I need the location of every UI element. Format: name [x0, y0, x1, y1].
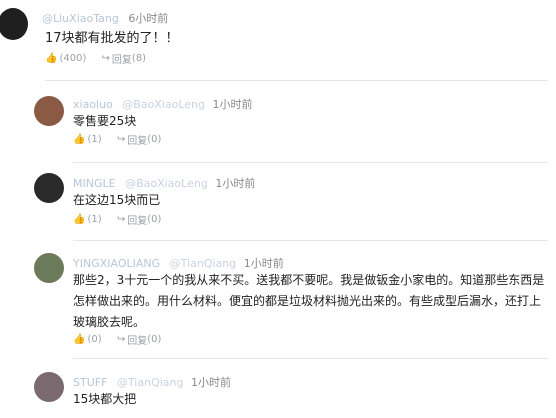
divider [73, 162, 548, 163]
like-button[interactable]: 👍 (1) [73, 134, 102, 146]
reply-label: 回复 [127, 336, 148, 347]
timestamp: 6小时前 [128, 12, 169, 25]
avatar[interactable] [34, 96, 64, 126]
like-count: (1) [87, 133, 102, 145]
divider [73, 240, 548, 241]
thumbs-up-icon: 👍 [73, 213, 86, 225]
like-button[interactable]: 👍 (1) [73, 214, 102, 226]
comment-text: 零售要25块 [73, 114, 137, 128]
like-count: (0) [87, 333, 102, 345]
reply-label: 回复 [111, 55, 132, 66]
comment-meta: YINGXIAOLIANG @TianQiang 1小时前 [73, 255, 284, 271]
avatar[interactable] [0, 8, 28, 40]
reply-label: 回复 [127, 136, 148, 147]
reply-count: (0) [147, 214, 162, 225]
divider [73, 358, 548, 359]
username[interactable]: @LiuXiaoTang [42, 12, 119, 25]
reply-count: (0) [147, 134, 162, 145]
like-count: (1) [87, 213, 102, 225]
comment-meta: xiaoluo @BaoXiaoLeng 1小时前 [73, 96, 253, 112]
comment-actions: 👍 (0) ↪ 回复(0) [73, 332, 173, 347]
reply-count: (8) [131, 53, 147, 64]
timestamp: 1小时前 [212, 98, 253, 111]
like-button[interactable]: 👍 (0) [73, 334, 102, 346]
username[interactable]: STUFF [73, 376, 107, 389]
like-button[interactable]: 👍 (400) [45, 53, 86, 65]
reply-arrow-icon: ↪ [116, 334, 126, 345]
avatar[interactable] [34, 372, 64, 402]
reply-button[interactable]: ↪ 回复(0) [117, 212, 162, 227]
avatar[interactable] [34, 253, 64, 283]
comment-text: 在这边15块而已 [73, 193, 161, 207]
username[interactable]: xiaoluo [73, 98, 113, 111]
thumbs-up-icon: 👍 [73, 333, 86, 345]
comment-meta: @LiuXiaoTang 6小时前 [42, 10, 168, 26]
reply-count: (0) [147, 334, 162, 345]
reply-arrow-icon: ↪ [116, 134, 126, 145]
reply-arrow-icon: ↪ [101, 53, 110, 64]
reply-to-handle[interactable]: @BaoXiaoLeng [125, 177, 208, 190]
username[interactable]: MINGLE [73, 177, 116, 190]
timestamp: 1小时前 [190, 376, 231, 389]
reply-button[interactable]: ↪ 回复(0) [117, 132, 162, 147]
comment-actions: 👍 (400) ↪ 回复(8) [45, 51, 158, 66]
thumbs-up-icon: 👍 [73, 133, 86, 145]
divider [45, 80, 548, 81]
reply-to-handle[interactable]: @TianQiang [170, 257, 237, 270]
reply-to-handle[interactable]: @TianQiang [117, 376, 184, 389]
comment-text: 15块都大把 [73, 392, 137, 406]
comment-meta: STUFF @TianQiang 1小时前 [73, 374, 231, 390]
comment-actions: 👍 (1) ↪ 回复(0) [73, 212, 173, 227]
timestamp: 1小时前 [215, 177, 256, 190]
reply-arrow-icon: ↪ [116, 214, 126, 225]
reply-label: 回复 [127, 216, 148, 227]
username[interactable]: YINGXIAOLIANG [73, 257, 160, 270]
comment-actions: 👍 (1) ↪ 回复(0) [73, 132, 173, 147]
thumbs-up-icon: 👍 [45, 52, 58, 64]
reply-button[interactable]: ↪ 回复(0) [117, 332, 162, 347]
comment-text: 17块都有批发的了！！ [45, 31, 179, 46]
timestamp: 1小时前 [243, 257, 284, 270]
avatar[interactable] [34, 173, 64, 203]
reply-button[interactable]: ↪ 回复(8) [102, 51, 147, 66]
like-count: (400) [59, 52, 87, 64]
comment-meta: MINGLE @BaoXiaoLeng 1小时前 [73, 175, 255, 191]
reply-to-handle[interactable]: @BaoXiaoLeng [122, 98, 205, 111]
comment-text: 那些2，3十元一个的我从来不买。送我都不要呢。我是做钣金小家电的。知道那些东西是… [73, 273, 545, 329]
